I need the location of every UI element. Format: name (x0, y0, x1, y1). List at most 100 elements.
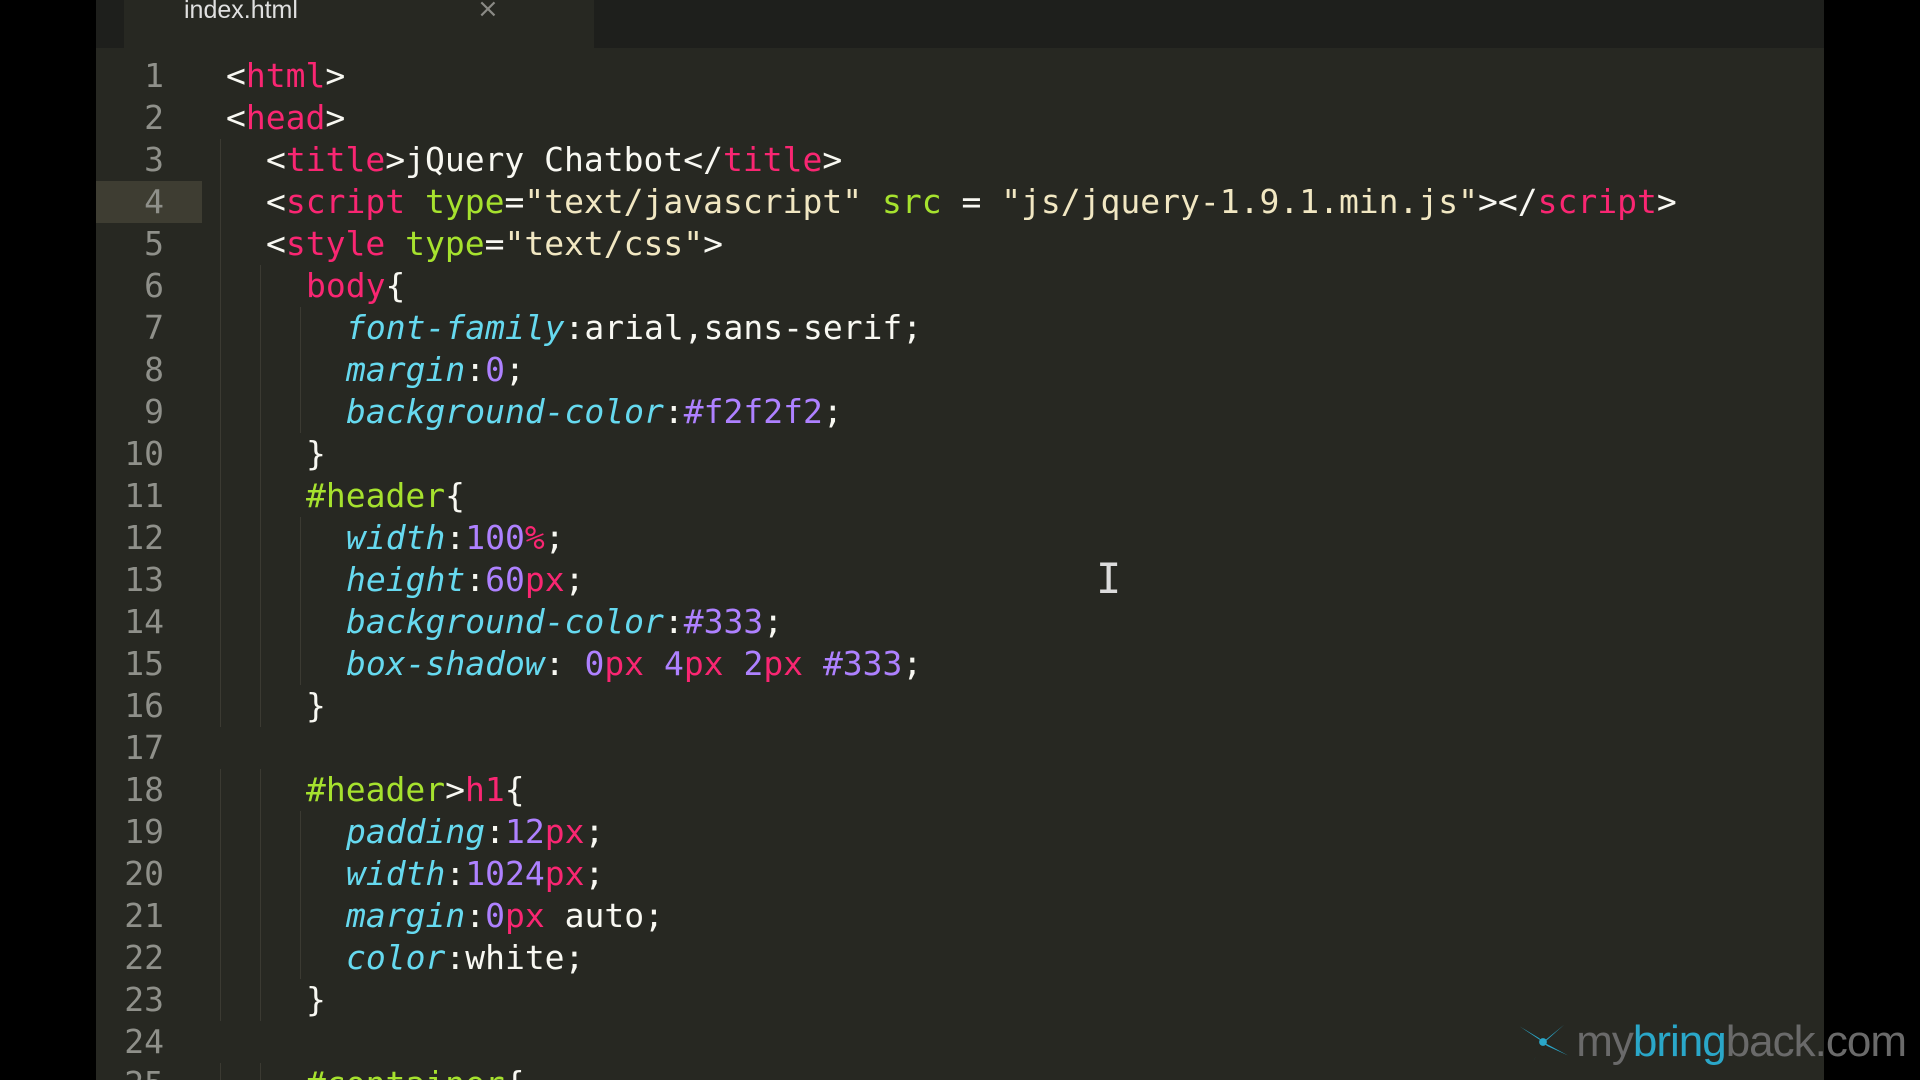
code-line[interactable]: 14 background-color:#333; (96, 601, 1824, 643)
indent-guide (300, 643, 301, 685)
line-number: 20 (124, 854, 164, 893)
line-number: 24 (124, 1022, 164, 1061)
indent-guide (220, 475, 221, 517)
indent-guide (260, 601, 261, 643)
code-line[interactable]: 23} (96, 979, 1824, 1021)
token-prop: width (346, 518, 446, 557)
code-line[interactable]: 8 margin:0; (96, 349, 1824, 391)
token-plain: : (544, 644, 585, 683)
indent-guide (300, 853, 301, 895)
close-icon[interactable]: × (477, 0, 499, 24)
code-line[interactable]: 22 color:white; (96, 937, 1824, 979)
code-line[interactable]: 3 <title>jQuery Chatbot</title> (96, 139, 1824, 181)
token-tag: title (285, 140, 386, 179)
indent-guide (220, 601, 221, 643)
code-line[interactable]: 12 width:100%; (96, 517, 1824, 559)
code-line[interactable]: 7 font-family:arial,sans-serif; (96, 307, 1824, 349)
token-prop: background-color (346, 602, 664, 641)
code-text: margin:0; (346, 349, 525, 391)
indent-guide (260, 895, 261, 937)
indent-guide (260, 1063, 261, 1080)
code-line[interactable]: 19 padding:12px; (96, 811, 1824, 853)
indent-guide (260, 391, 261, 433)
line-number: 15 (124, 644, 164, 683)
token-plain: { (385, 266, 406, 305)
token-plain: : (663, 392, 684, 431)
code-text: <script type="text/javascript" src = "js… (266, 181, 1677, 223)
line-number: 25 (96, 1063, 164, 1080)
line-number: 10 (124, 434, 164, 473)
token-plain: = (484, 224, 505, 263)
token-num: #333 (683, 602, 764, 641)
token-plain: : (663, 602, 684, 641)
token-prop: font-family (346, 308, 565, 347)
token-unit: px (683, 644, 724, 683)
indent-guide (220, 1063, 221, 1080)
watermark: my bring back.com (1514, 1016, 1907, 1068)
line-number: 5 (144, 224, 164, 263)
code-text: } (306, 685, 326, 727)
code-line[interactable]: 11 #header{ (96, 475, 1824, 517)
indent-guide (220, 391, 221, 433)
code-text: #header>h1{ (306, 769, 525, 811)
line-number: 18 (124, 770, 164, 809)
code-line[interactable]: 4 <script type="text/javascript" src = "j… (96, 181, 1824, 223)
token-tag: title (722, 140, 823, 179)
indent-guide (220, 643, 221, 685)
text-cursor-icon: I (1096, 554, 1122, 603)
code-editor[interactable]: 1 <html> 2 <head> 3 <title>jQuery Chatbot</ti… (96, 48, 1824, 1080)
code-line[interactable]: 10} (96, 433, 1824, 475)
code-line[interactable]: 5 <style type="text/css"> (96, 223, 1824, 265)
token-unit: px (604, 644, 645, 683)
indent-guide (260, 643, 261, 685)
token-str: "text/css" (504, 224, 704, 263)
token-plain: : (445, 854, 466, 893)
token-plain: ; (584, 812, 605, 851)
token-plain: ; (902, 644, 923, 683)
indent-guide (300, 517, 301, 559)
code-line[interactable]: 17 (96, 727, 1824, 769)
code-text: width:100%; (346, 517, 565, 559)
token-tag: head (245, 98, 326, 137)
token-plain: { (445, 476, 465, 515)
indent-guide (220, 853, 221, 895)
code-line[interactable]: 1 <html> (96, 55, 1824, 97)
token-plain: < (266, 224, 286, 263)
token-plain: : (465, 350, 486, 389)
token-prop: margin (346, 896, 466, 935)
token-unit: px (524, 560, 565, 599)
code-text: font-family:arial,sans-serif; (346, 307, 922, 349)
code-line[interactable]: 16} (96, 685, 1824, 727)
token-num: 0 (485, 896, 505, 935)
token-sel: #header (306, 770, 446, 809)
token-prop: background-color (346, 392, 664, 431)
indent-guide (220, 937, 221, 979)
code-text: <style type="text/css"> (266, 223, 723, 265)
code-line[interactable]: 6 body{ (96, 265, 1824, 307)
code-line[interactable]: 13 height:60px; (96, 559, 1824, 601)
code-line[interactable]: 9 background-color:#f2f2f2; (96, 391, 1824, 433)
token-tag: h1 (464, 770, 505, 809)
token-num: 60 (485, 560, 525, 599)
line-number: 21 (124, 896, 164, 935)
token-num: 0 (485, 350, 505, 389)
code-line[interactable]: 15 box-shadow: 0px 4px 2px #333; (96, 643, 1824, 685)
line-number: 12 (124, 518, 164, 557)
code-line[interactable]: 20 width:1024px; (96, 853, 1824, 895)
indent-guide (260, 979, 261, 1021)
token-prop: height (346, 560, 466, 599)
code-text: body{ (306, 265, 405, 307)
token-plain: } (306, 686, 326, 725)
tab-index-html[interactable]: index.html × (124, 0, 594, 48)
code-text: background-color:#333; (346, 601, 783, 643)
code-line[interactable]: 21 margin:0px auto; (96, 895, 1824, 937)
code-line[interactable]: 18 #header>h1{ (96, 769, 1824, 811)
token-num: #f2f2f2 (683, 392, 823, 431)
code-text: box-shadow: 0px 4px 2px #333; (346, 643, 922, 685)
code-line[interactable]: 2 <head> (96, 97, 1824, 139)
indent-guide (300, 811, 301, 853)
token-num: #333 (822, 644, 903, 683)
indent-guide (260, 475, 261, 517)
